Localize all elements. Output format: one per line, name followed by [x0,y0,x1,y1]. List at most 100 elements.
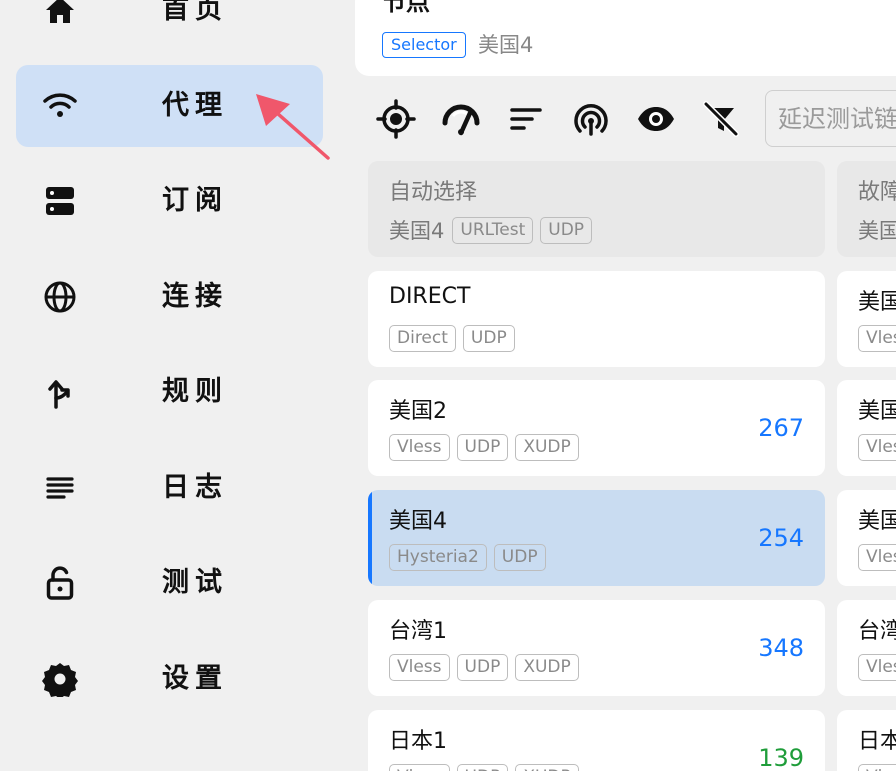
proxy-tag: Vless [389,653,450,681]
eye-icon [638,107,674,131]
proxy-delay[interactable]: 139 [758,710,804,771]
proxy-tag: UDP [462,324,515,352]
proxy-tags: Vless UDP XUDP [389,763,586,771]
proxy-tag: UDP [493,544,546,572]
proxy-delay[interactable]: 267 [758,380,804,476]
proxy-name: 美国 [858,509,896,535]
locate-icon [376,99,416,139]
proxy-tag: XUDP [515,653,579,681]
speedometer-icon [442,104,480,136]
sidebar-item-label: 规则 [162,376,228,407]
proxy-tag: Vless [389,434,450,462]
proxy-card[interactable]: 自动选择 美国4 URLTest UDP [368,161,825,257]
proxy-name: 自动选择 [389,180,478,205]
proxy-card[interactable]: 台湾 Vless [837,599,896,696]
proxy-tags: 美国4 URLTest UDP [389,215,599,245]
proxy-tag: Vless [858,324,896,352]
proxy-card[interactable]: 日本1 Vless UDP XUDP 139 [368,709,825,771]
sidebar-item-label: 测试 [162,567,228,598]
proxy-name: 美国 [858,289,896,315]
main-panel: 节点 Selector 美国4 自动选择美国4URLTestUDP故障美国DIR… [340,0,896,771]
sidebar-item-label: 设置 [162,662,228,694]
radar-button[interactable] [571,99,611,139]
group-current-proxy: 美国4 [478,33,534,57]
proxy-card[interactable]: 美国 Vless [837,270,896,367]
proxy-current-selection: 美国4 [389,219,445,243]
sidebar-item-label: 连接 [162,280,228,312]
sidebar-item-label: 订阅 [162,185,228,216]
proxy-tag: Vless [389,763,450,771]
globe-icon [42,279,78,315]
server-icon [42,183,78,219]
sidebar-item[interactable]: 测试 [16,542,323,624]
sort-button[interactable] [506,99,546,139]
proxy-card[interactable]: 美国4 Hysteria2 UDP 254 [368,490,825,587]
radar-icon [574,104,608,136]
proxy-tag: XUDP [515,434,579,462]
proxy-name: 台湾1 [389,618,447,644]
proxy-tags: VlessUDPXUDP [389,434,586,462]
proxy-tag: UDP [456,763,509,771]
proxy-name: 日本1 [389,728,447,754]
annotation-arrow-icon [256,94,330,160]
group-type-badge: Selector [382,32,466,58]
proxy-tags: 美国 [858,215,896,245]
proxy-tags: Vless [858,544,896,572]
proxy-name: 美国 [858,399,896,425]
sidebar-item[interactable]: 设置 [16,638,323,720]
group-name: 节点 [382,0,430,16]
proxy-name: 故障 [858,180,896,205]
delay-test-button[interactable] [441,99,481,139]
sidebar-item-label: 首页 [162,0,228,25]
wifi-icon [42,88,78,124]
sidebar-item[interactable]: 首页 [16,0,323,51]
proxy-toolbar [340,88,896,150]
home-icon [42,0,78,28]
proxy-tags: Direct UDP [389,324,522,352]
sidebar-item-label: 日志 [162,471,228,503]
sidebar-item-label: 代理 [162,89,228,121]
proxy-card[interactable]: DIRECT Direct UDP [368,270,825,367]
lock-open-icon [42,565,78,601]
proxy-tag: Vless [858,763,896,771]
delay-test-url-input[interactable] [765,90,896,147]
proxy-card[interactable]: 美国 Vless [837,490,896,587]
proxy-tag: UDP [456,653,509,681]
proxy-name: 美国4 [389,509,447,535]
proxy-tags: Vless [858,653,896,681]
proxy-tag: Hysteria2 [389,544,487,572]
gear-icon [42,661,78,697]
proxy-tag: URLTest [452,216,534,244]
proxy-tag: Vless [858,544,896,572]
proxy-name: 日本 [858,728,896,754]
proxy-name: 台湾 [858,618,896,644]
proxy-card[interactable]: 台湾1 Vless UDP XUDP 348 [368,599,825,696]
proxy-delay[interactable]: 348 [758,600,804,696]
proxy-tags: Vless [858,434,896,462]
proxy-tags: VlessUDPXUDP [389,653,586,681]
proxy-name: DIRECT [389,283,471,309]
proxy-card[interactable]: 美国2 Vless UDP XUDP 267 [368,380,825,477]
proxy-card[interactable]: 日本 Vless [837,709,896,771]
proxy-tag: UDP [456,434,509,462]
sidebar-item[interactable]: 日志 [16,447,323,529]
sidebar-item[interactable]: 连接 [16,256,323,338]
sidebar-item[interactable]: 规则 [16,351,323,433]
proxy-name: 美国2 [389,399,447,425]
visibility-button[interactable] [636,99,676,139]
locate-button[interactable] [376,99,416,139]
sidebar-item[interactable]: 订阅 [16,160,323,242]
proxy-tags: Vless [858,324,896,352]
proxy-tag: Vless [858,653,896,681]
fork-arrow-icon [42,374,78,410]
proxy-current-selection: 美国 [858,219,896,243]
proxy-card[interactable]: 故障 美国 [837,161,896,257]
proxy-tags: Hysteria2 UDP [389,544,553,572]
proxy-card[interactable]: 美国 Vless [837,380,896,477]
proxy-tag: Direct [389,324,456,352]
proxy-tag: XUDP [515,763,579,771]
proxy-delay[interactable]: 254 [758,490,804,586]
proxy-tag: Vless [858,434,896,462]
proxy-group-header[interactable]: 节点 Selector 美国4 [355,0,896,76]
filter-off-button[interactable] [701,99,741,139]
